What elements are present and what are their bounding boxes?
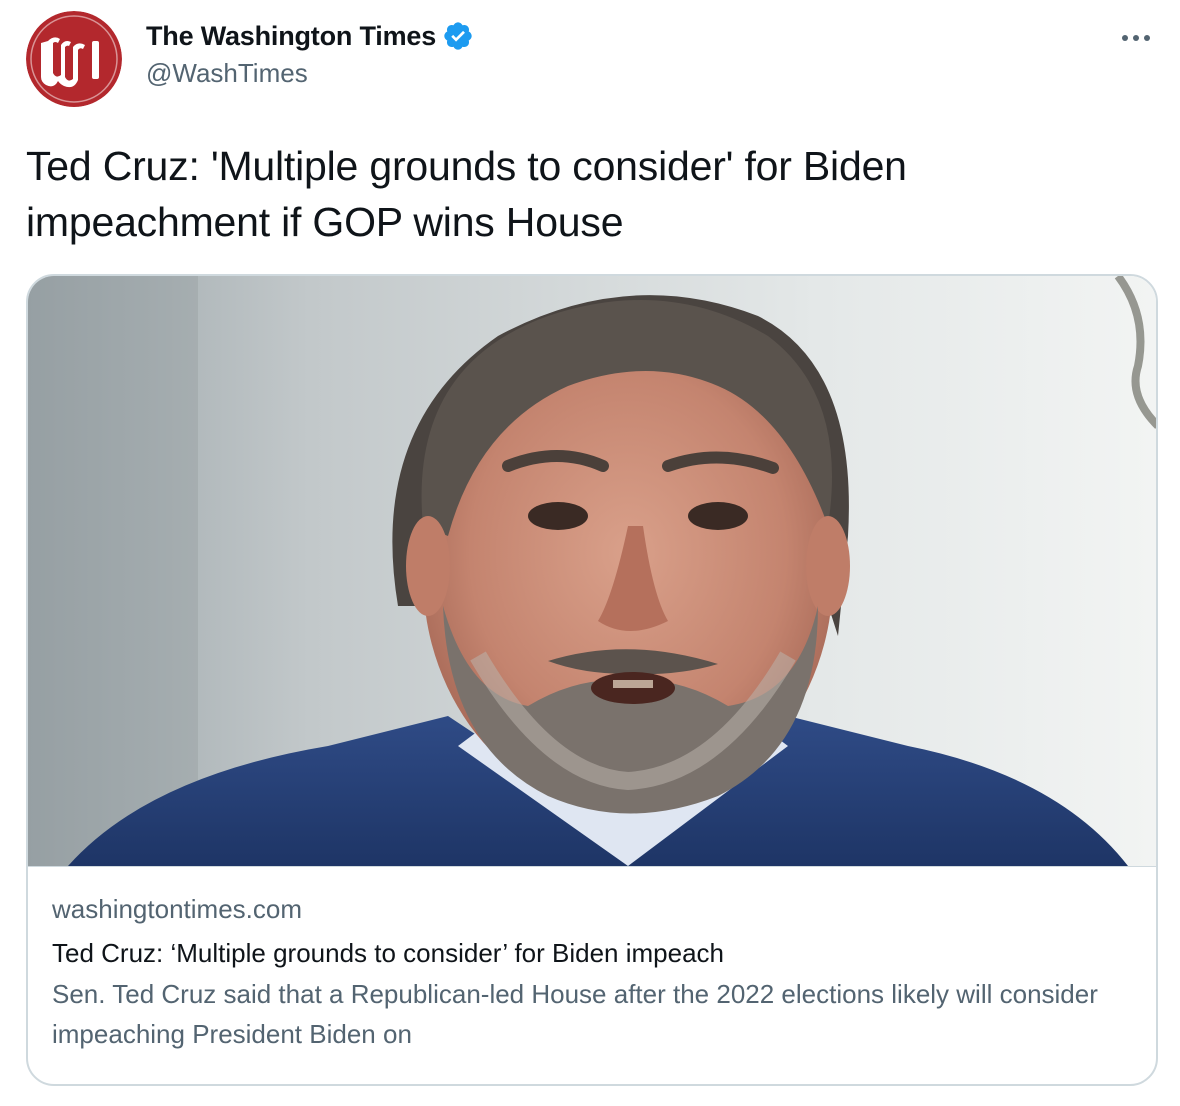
link-card[interactable]: washingtontimes.com Ted Cruz: ‘Multiple … <box>26 274 1158 1086</box>
author-name-row: The Washington Times <box>146 18 474 54</box>
tweet-text: Ted Cruz: 'Multiple grounds to consider'… <box>26 143 907 245</box>
card-description: Sen. Ted Cruz said that a Republican-led… <box>52 979 1098 1049</box>
verified-badge-icon <box>442 20 474 52</box>
card-domain: washingtontimes.com <box>52 894 302 924</box>
author-handle[interactable]: @WashTimes <box>146 58 308 89</box>
card-title: Ted Cruz: ‘Multiple grounds to consider’… <box>52 938 725 968</box>
card-body: washingtontimes.com Ted Cruz: ‘Multiple … <box>52 892 1132 1054</box>
author-display-name[interactable]: The Washington Times <box>146 21 436 52</box>
card-image[interactable] <box>28 276 1156 867</box>
washington-times-logo-icon <box>26 11 122 107</box>
ellipsis-icon <box>1122 35 1150 41</box>
avatar[interactable] <box>26 11 122 107</box>
more-options-button[interactable] <box>1118 20 1154 56</box>
tweet: The Washington Times @WashTimes Ted Cruz… <box>0 0 1180 1106</box>
article-photo <box>28 276 1156 866</box>
